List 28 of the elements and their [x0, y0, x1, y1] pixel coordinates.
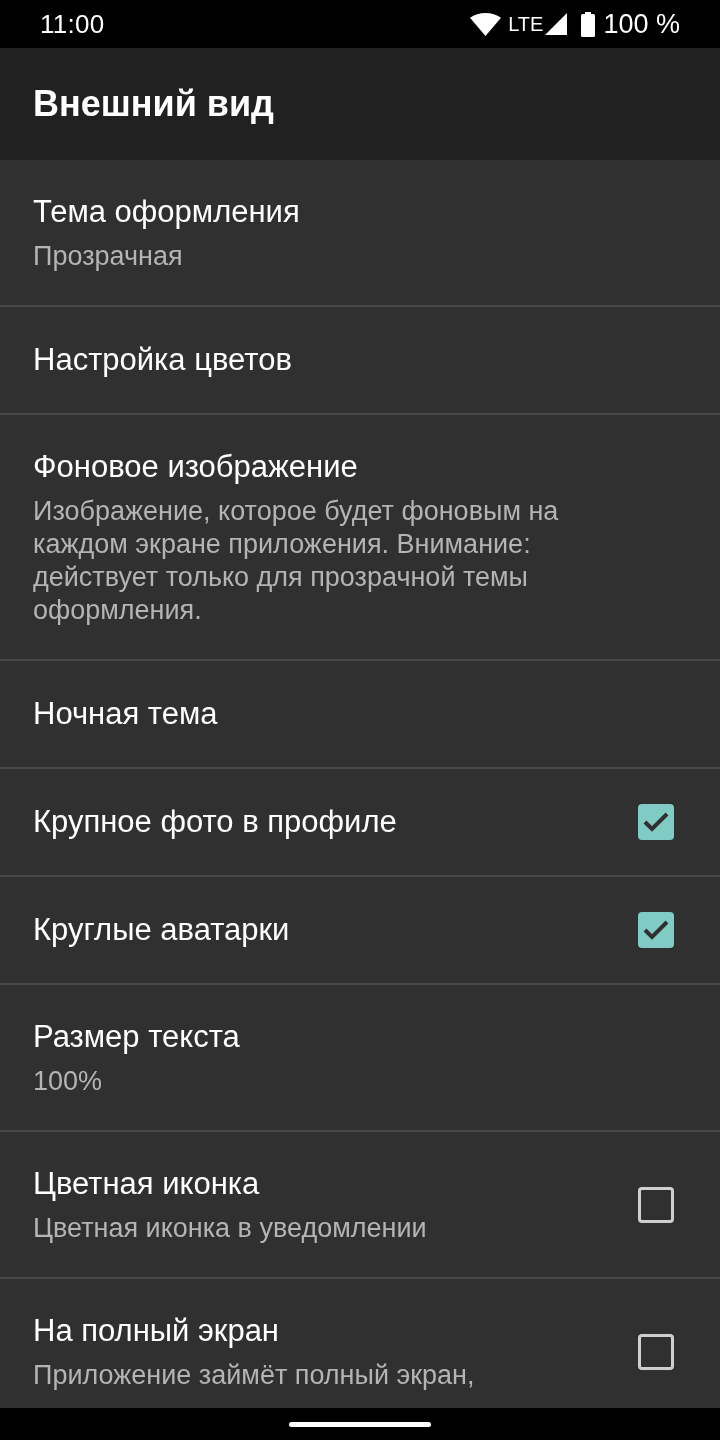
- preference-title[interactable]: Настройка цветов: [33, 340, 674, 380]
- preference-summary: 100%: [33, 1065, 104, 1098]
- preference-summary: Цветная иконка в уведомлении: [33, 1212, 428, 1245]
- wifi-icon: [470, 12, 502, 36]
- preference-title[interactable]: На полный экран: [33, 1311, 618, 1351]
- preference-title[interactable]: Крупное фото в профиле: [33, 802, 618, 842]
- checkbox[interactable]: [638, 912, 674, 948]
- battery-percent: 100 %: [603, 8, 680, 40]
- preference-title[interactable]: Тема оформления: [33, 192, 674, 232]
- network-type-label: LTE: [508, 12, 544, 36]
- preference-title[interactable]: Цветная иконка: [33, 1164, 618, 1204]
- preference-title[interactable]: Ночная тема: [33, 694, 674, 734]
- preference-title[interactable]: Фоновое изображение: [33, 447, 674, 487]
- check-icon: [643, 812, 669, 832]
- preference-title[interactable]: Размер текста: [33, 1017, 674, 1057]
- preference-summary: Изображение, которое будет фоновым на каждом экране приложения. Внимание: действует только для прозрачной темы оформления.: [33, 495, 560, 627]
- preference-title[interactable]: Круглые аватарки: [33, 910, 618, 950]
- check-icon: [643, 920, 669, 940]
- signal-icon: [545, 13, 568, 35]
- checkbox[interactable]: [638, 1333, 674, 1370]
- checkbox[interactable]: [638, 1186, 674, 1223]
- checkbox[interactable]: [638, 804, 674, 840]
- preference-summary: Приложение займёт полный экран,: [33, 1359, 476, 1392]
- battery-icon: [581, 11, 596, 37]
- screen-title: Внешний вид: [33, 83, 274, 125]
- preference-summary: Прозрачная: [33, 240, 184, 273]
- status-time: 11:00: [40, 8, 105, 40]
- home-handle[interactable]: [289, 1421, 431, 1427]
